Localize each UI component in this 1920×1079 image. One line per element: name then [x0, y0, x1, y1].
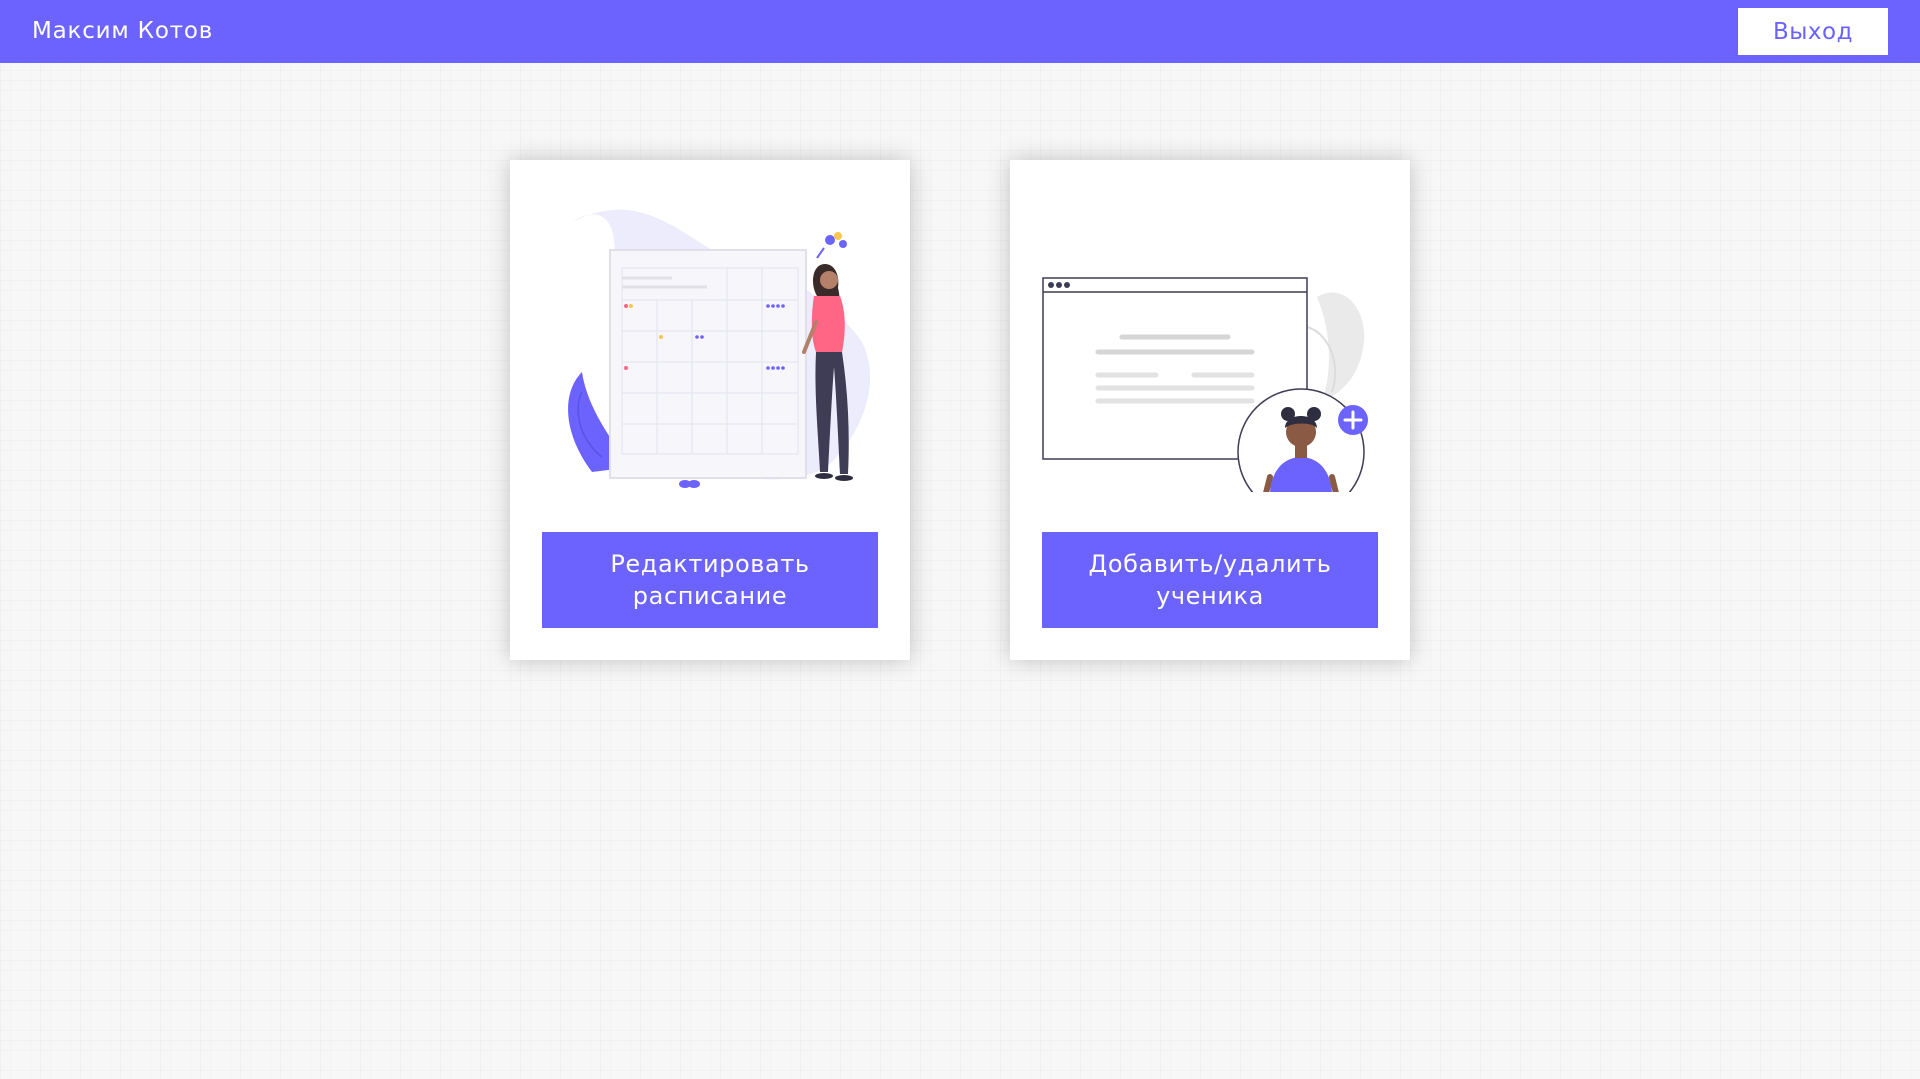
manage-students-card: Добавить/удалить ученика — [1010, 160, 1410, 660]
user-name: Максим Котов — [32, 18, 214, 44]
manage-students-button[interactable]: Добавить/удалить ученика — [1042, 532, 1378, 628]
logout-button[interactable]: Выход — [1738, 8, 1888, 55]
top-bar: Максим Котов Выход — [0, 0, 1920, 63]
edit-schedule-button[interactable]: Редактировать расписание — [542, 532, 878, 628]
edit-schedule-card: Редактировать расписание — [510, 160, 910, 660]
